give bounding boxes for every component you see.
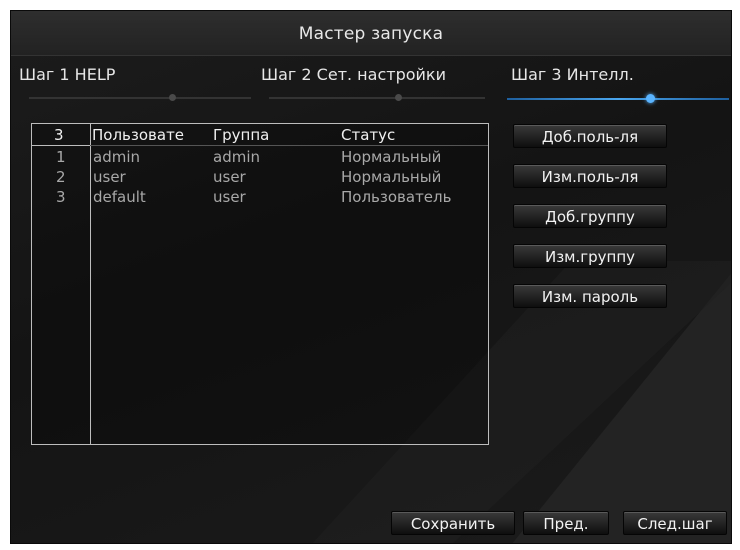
setup-wizard-window: Мастер запуска Шаг 1 HELP Шаг 2 Сет. нас… xyxy=(10,10,732,544)
user-count: 3 xyxy=(54,126,64,144)
table-header-divider xyxy=(32,145,90,146)
row-status: Нормальный xyxy=(341,168,442,186)
column-header-status[interactable]: Статус xyxy=(341,126,395,144)
row-user: user xyxy=(93,168,126,186)
prev-step-button[interactable]: Пред. xyxy=(523,511,609,535)
step-3-label[interactable]: Шаг 3 Интелл. xyxy=(511,65,634,84)
step-2-indicator xyxy=(395,94,402,101)
step-1-label[interactable]: Шаг 1 HELP xyxy=(19,65,115,84)
step-2-label[interactable]: Шаг 2 Сет. настройки xyxy=(261,65,446,84)
window-title: Мастер запуска xyxy=(298,24,444,44)
step-3-track xyxy=(507,98,729,100)
row-number: 1 xyxy=(56,148,66,166)
row-number: 3 xyxy=(56,188,66,206)
row-group: admin xyxy=(213,148,260,166)
column-header-group[interactable]: Группа xyxy=(213,126,269,144)
title-bar: Мастер запуска xyxy=(11,11,731,56)
edit-group-button[interactable]: Изм.группу xyxy=(513,244,667,268)
row-user: default xyxy=(93,188,146,206)
row-group: user xyxy=(213,168,246,186)
next-step-button[interactable]: След.шаг xyxy=(623,511,727,535)
step-2-track xyxy=(269,97,485,99)
add-user-button[interactable]: Доб.поль-ля xyxy=(513,124,667,148)
change-password-button[interactable]: Изм. пароль xyxy=(513,284,667,308)
save-button[interactable]: Сохранить xyxy=(391,511,515,535)
table-header-divider-right xyxy=(90,145,488,146)
column-header-user[interactable]: Пользовате xyxy=(92,126,210,144)
row-group: user xyxy=(213,188,246,206)
user-table[interactable]: 3 Пользовате Группа Статус 1 admin admin… xyxy=(31,123,489,445)
step-3-indicator xyxy=(646,94,655,103)
row-status: Нормальный xyxy=(341,148,442,166)
edit-user-button[interactable]: Изм.поль-ля xyxy=(513,164,667,188)
add-group-button[interactable]: Доб.группу xyxy=(513,204,667,228)
row-status: Пользователь xyxy=(341,188,452,206)
table-divider xyxy=(90,124,91,444)
row-user: admin xyxy=(93,148,140,166)
row-number: 2 xyxy=(56,168,66,186)
step-1-indicator xyxy=(169,94,176,101)
step-1-track xyxy=(29,97,251,99)
